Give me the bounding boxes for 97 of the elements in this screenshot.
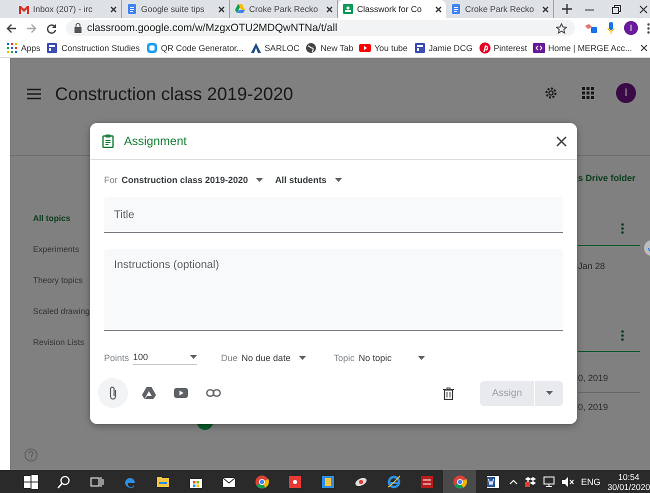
network-icon[interactable] [543,476,555,487]
close-icon[interactable] [556,136,567,146]
bookmark[interactable]: Home | MERGE Acc... [533,42,632,54]
new-tab-icon[interactable] [562,4,572,14]
pinterest-icon [478,42,491,54]
back-icon[interactable] [6,22,17,34]
more-vert-icon[interactable] [621,223,624,234]
topic-label: Topic [334,352,355,362]
points-label: Points [104,352,130,362]
apps-grid-icon[interactable] [582,87,594,99]
document-icon [126,3,138,15]
bookmark[interactable]: Jamie DCG [414,42,473,54]
menu-icon[interactable] [27,88,41,100]
youtube-icon[interactable] [174,388,188,398]
search-icon[interactable] [56,474,70,488]
word-icon[interactable] [486,474,500,488]
internet-explorer-icon[interactable] [386,474,400,488]
app-icon[interactable] [288,474,302,488]
dialog-title: Assignment [124,134,188,148]
settings-icon[interactable] [544,86,558,100]
star-icon[interactable] [556,22,567,34]
date-text: 0, 2019 [578,373,610,383]
merge-icon [533,42,546,54]
title-field[interactable]: Title [104,197,563,233]
topic-dropdown[interactable]: No topic [358,352,425,362]
dropdown-caret-icon[interactable] [256,178,264,182]
close-icon[interactable] [641,44,647,50]
dropdown-caret-icon[interactable] [298,356,306,360]
chrome-icon[interactable] [254,474,268,488]
apps-grid-icon [6,42,18,54]
lock-icon [74,23,82,33]
paperclip-icon [109,386,117,400]
solidworks-icon[interactable] [420,474,434,488]
more-icon[interactable] [647,22,650,34]
bookmark[interactable]: You tube [359,42,408,54]
reload-icon[interactable] [46,22,57,34]
clipboard-icon [102,134,114,148]
windows-start-icon[interactable] [24,474,38,488]
restore-icon[interactable] [612,4,621,14]
close-icon[interactable] [218,6,225,12]
classroom-icon [342,3,354,15]
profile-avatar[interactable]: I [624,21,638,35]
close-icon[interactable] [542,6,549,12]
for-label: For [104,175,118,185]
due-dropdown[interactable]: No due date [242,352,306,362]
dropbox-icon[interactable] [525,476,536,487]
form-icon [414,42,426,54]
address-bar[interactable]: classroom.google.com/w/MzgxOTU2MDQwNTNa/t/all [66,20,575,36]
class-dropdown[interactable]: Construction class 2019-2020 [122,175,264,185]
microphone-icon[interactable] [607,22,615,34]
more-vert-icon[interactable] [621,330,624,341]
clock-time[interactable]: 10:54 [618,472,640,482]
mountain-icon [250,42,262,54]
extension-icon[interactable] [584,22,598,34]
task-view-icon[interactable] [90,474,104,488]
date-text: Jan 28 [578,261,606,271]
dropdown-caret-icon [546,391,552,395]
close-icon[interactable] [639,4,648,14]
dropdown-caret-icon[interactable] [190,355,198,359]
chrome-icon[interactable] [452,474,466,488]
folder-icon[interactable] [156,474,170,488]
bookmark[interactable]: SARLOC [250,42,300,54]
clock-date[interactable]: 30/01/2020 [608,482,650,492]
close-icon[interactable] [110,6,117,12]
gmail-icon [18,3,30,15]
attach-button[interactable] [98,378,128,408]
globe-icon [305,42,318,54]
drive-icon[interactable] [142,387,156,399]
bookmark[interactable]: Construction Studies [46,42,140,54]
media-player-icon[interactable] [320,474,334,488]
url-text: classroom.google.com/w/MzgxOTU2MDQwNTNa/t/all [87,22,338,34]
close-icon[interactable] [326,6,333,12]
browser-tab[interactable]: Classwork for Co [338,0,446,18]
language-indicator[interactable]: ENG [581,476,601,486]
bookmark[interactable]: Apps [6,42,40,54]
points-dropdown[interactable]: 100 [133,350,198,365]
link-icon[interactable] [206,389,221,397]
document-icon [450,3,462,15]
students-dropdown[interactable]: All students [275,175,342,185]
qr-code-icon [146,42,158,54]
dropdown-caret-icon[interactable] [334,178,342,182]
volume-muted-icon[interactable] [562,476,574,486]
class-title: Construction class 2019-2020 [55,85,294,103]
bookmark[interactable]: Pinterest [478,42,528,54]
trash-icon[interactable] [443,386,454,400]
close-icon[interactable] [435,6,442,12]
due-label: Due [221,352,238,362]
drive-icon [234,3,246,15]
form-icon [46,42,58,54]
youtube-icon [359,42,372,54]
bookmark[interactable]: QR Code Generator... [146,42,244,54]
dropdown-caret-icon[interactable] [418,356,425,360]
date-text: 0, 2019 [578,402,610,412]
instructions-field[interactable]: Instructions (optional) [104,249,563,331]
profile-avatar[interactable]: I [616,83,636,103]
chevron-up-icon[interactable] [509,478,518,484]
bookmark[interactable]: New Tab [305,42,354,54]
